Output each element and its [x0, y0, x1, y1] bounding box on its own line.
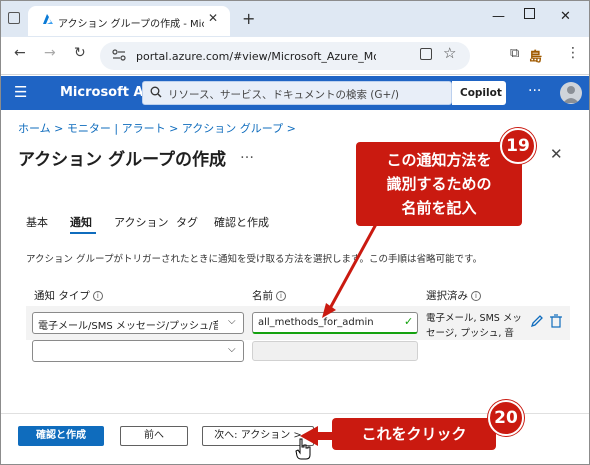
callout-20: これをクリック: [332, 418, 496, 450]
notification-type-dropdown-empty[interactable]: [32, 340, 244, 362]
tab-actions[interactable]: アクション: [114, 214, 168, 230]
close-window-icon[interactable]: ✕: [560, 9, 571, 24]
copilot-label: Copilot: [460, 87, 502, 99]
tab-review-create[interactable]: 確認と作成: [214, 214, 269, 230]
info-icon[interactable]: i: [471, 291, 481, 301]
column-header-selected-label: 選択済み: [426, 290, 468, 302]
browser-tab-title: アクション グループの作成 - Microsoft Azure: [58, 19, 204, 30]
column-header-selected: 選択済み i: [426, 288, 481, 303]
chevron-down-icon[interactable]: ⌵: [228, 316, 236, 327]
close-blade-icon[interactable]: ✕: [550, 145, 563, 163]
notification-type-value: 電子メール/SMS メッセージ/プッシュ/音声: [38, 321, 218, 332]
chevron-down-icon[interactable]: ⌵: [228, 344, 236, 355]
maximize-icon[interactable]: [524, 8, 535, 19]
step-badge-19: 19: [500, 128, 536, 164]
url-text[interactable]: portal.azure.com/#view/Microsoft_Azure_M…: [136, 50, 376, 63]
callout-19: この通知方法を 識別するための 名前を記入: [356, 142, 522, 226]
tab-tags[interactable]: タグ: [176, 214, 198, 230]
azure-favicon-icon: [42, 13, 54, 28]
search-icon: [150, 86, 162, 101]
info-icon[interactable]: i: [92, 291, 103, 301]
delete-icon[interactable]: [550, 314, 562, 331]
avatar[interactable]: [560, 82, 582, 104]
title-more-icon[interactable]: …: [240, 146, 254, 162]
open-in-app-icon[interactable]: [420, 48, 432, 60]
review-create-button[interactable]: 確認と作成: [18, 426, 104, 446]
selected-methods: 電子メール, SMS メッセージ, プッシュ, 音声: [426, 313, 522, 339]
favorite-star-icon[interactable]: ☆: [443, 44, 456, 62]
previous-button[interactable]: 前へ: [120, 426, 188, 446]
callout-19-line3: 名前を記入: [401, 199, 477, 217]
active-tab-indicator: [70, 232, 96, 234]
column-header-name-label: 名前: [252, 290, 273, 302]
close-tab-icon[interactable]: ✕: [208, 11, 218, 25]
page-title: アクション グループの作成: [18, 150, 227, 170]
new-tab-icon[interactable]: +: [242, 9, 255, 28]
azure-brand[interactable]: Microsoft Azure: [60, 85, 146, 100]
reload-icon[interactable]: ↻: [74, 45, 86, 61]
more-icon[interactable]: ···: [528, 83, 541, 99]
site-info-icon[interactable]: [112, 49, 126, 64]
portal-menu-icon[interactable]: ☰: [14, 83, 27, 101]
notifications-description: アクション グループがトリガーされたときに通知を受け取る方法を選択します。この手…: [26, 254, 483, 265]
tab-actions-icon[interactable]: [8, 12, 20, 24]
column-header-name: 名前 i: [252, 288, 286, 303]
tab-notifications[interactable]: 通知: [70, 214, 92, 230]
column-header-type: 通知 タイプ i: [34, 288, 103, 303]
tab-basics[interactable]: 基本: [26, 214, 48, 230]
profile-icon[interactable]: 島: [529, 46, 542, 65]
column-header-type-label: 通知 タイプ: [34, 290, 90, 302]
search-placeholder: リソース、サービス、ドキュメントの検索 (G+/): [168, 89, 399, 101]
valid-check-icon: ✓: [404, 315, 414, 328]
callout-19-line2: 識別するための: [386, 175, 492, 193]
callout-19-line1: この通知方法を: [386, 151, 492, 169]
breadcrumb[interactable]: ホーム > モニター | アラート > アクション グループ >: [18, 120, 296, 136]
step-badge-20: 20: [488, 400, 524, 436]
minimize-icon[interactable]: —: [492, 9, 505, 24]
browser-menu-icon[interactable]: ⋮: [566, 45, 580, 61]
notification-name-input-disabled: [252, 341, 418, 361]
info-icon[interactable]: i: [276, 291, 286, 301]
back-icon[interactable]: ←: [14, 45, 26, 61]
edit-icon[interactable]: [530, 314, 544, 331]
extensions-icon[interactable]: ⧉: [510, 46, 519, 61]
forward-icon[interactable]: →: [44, 45, 56, 61]
hand-cursor-icon: [295, 438, 311, 460]
